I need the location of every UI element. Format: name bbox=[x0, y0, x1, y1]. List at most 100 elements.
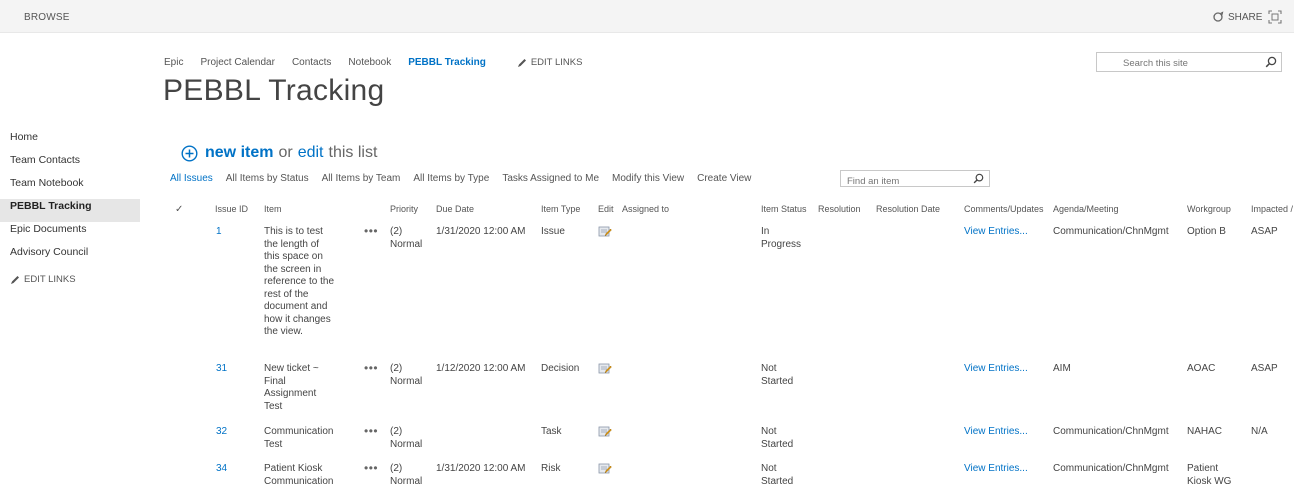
column-header-item-status[interactable]: Item Status bbox=[761, 204, 807, 214]
view-entries-link[interactable]: View Entries... bbox=[964, 363, 1028, 376]
view-entries-link[interactable]: View Entries... bbox=[964, 226, 1028, 239]
topnav-edit-links-label: EDIT LINKS bbox=[530, 57, 583, 68]
quick-launch: Home Team Contacts Team Notebook PEBBL T… bbox=[0, 130, 140, 285]
item-text: Assignment bbox=[264, 388, 317, 399]
item-type-text: Task bbox=[541, 426, 562, 437]
share-button[interactable]: SHARE bbox=[1212, 11, 1262, 23]
edit-item-icon[interactable] bbox=[598, 225, 612, 238]
item-text: New ticket ~ bbox=[264, 363, 319, 374]
leftnav-item-advisory-council[interactable]: Advisory Council bbox=[10, 245, 140, 268]
item-menu-ellipsis[interactable]: ••• bbox=[364, 362, 378, 374]
column-header-resolution[interactable]: Resolution bbox=[818, 204, 861, 214]
share-icon bbox=[1213, 11, 1224, 22]
priority-text: Normal bbox=[390, 375, 423, 387]
pencil-icon bbox=[11, 275, 19, 284]
item-type-text: Decision bbox=[541, 363, 580, 374]
view-all-issues[interactable]: All Issues bbox=[170, 173, 213, 184]
agenda-meeting-text: Communication/ChnMgmt bbox=[1053, 426, 1169, 437]
leftnav-item-home[interactable]: Home bbox=[10, 130, 140, 153]
item-status-text: Progress bbox=[761, 238, 802, 250]
item-text: the view. bbox=[264, 326, 303, 337]
view-all-items-by-status[interactable]: All Items by Status bbox=[226, 173, 309, 184]
column-header-priority[interactable]: Priority bbox=[390, 204, 418, 214]
priority-text: Normal bbox=[390, 438, 423, 450]
topnav-link-project-calendar[interactable]: Project Calendar bbox=[200, 57, 274, 68]
item-text: Test bbox=[264, 438, 283, 450]
priority-text: (2) bbox=[390, 363, 403, 374]
view-all-items-by-type[interactable]: All Items by Type bbox=[413, 173, 489, 184]
workgroup-text: Option B bbox=[1187, 226, 1226, 237]
leftnav-item-team-notebook[interactable]: Team Notebook bbox=[10, 176, 140, 199]
column-header-issue-id[interactable]: Issue ID bbox=[215, 204, 248, 214]
view-entries-link[interactable]: View Entries... bbox=[964, 426, 1028, 439]
leftnav-item-epic-documents[interactable]: Epic Documents bbox=[10, 222, 140, 245]
create-view-link[interactable]: Create View bbox=[697, 173, 751, 184]
column-header-due-date[interactable]: Due Date bbox=[436, 204, 474, 214]
focus-mode-icon[interactable] bbox=[1268, 10, 1282, 24]
edit-item-icon[interactable] bbox=[598, 362, 612, 375]
browse-tab[interactable]: BROWSE bbox=[24, 12, 70, 23]
item-text: rest of the bbox=[264, 288, 309, 300]
column-header-item-type[interactable]: Item Type bbox=[541, 204, 580, 214]
agenda-meeting-text: AIM bbox=[1053, 363, 1071, 374]
item-menu-ellipsis[interactable]: ••• bbox=[364, 425, 378, 437]
new-item-heading: new item or edit this list bbox=[181, 144, 377, 162]
topnav-link-contacts[interactable]: Contacts bbox=[292, 57, 331, 68]
select-all-checkmark[interactable]: ✓ bbox=[175, 204, 183, 215]
leftnav-edit-links[interactable]: EDIT LINKS bbox=[10, 274, 140, 285]
item-status-text: Not bbox=[761, 426, 777, 437]
priority-text: (2) bbox=[390, 226, 403, 237]
column-header-edit[interactable]: Edit bbox=[598, 204, 614, 214]
share-label: SHARE bbox=[1228, 11, 1263, 23]
topnav-link-pebbl-tracking[interactable]: PEBBL Tracking bbox=[408, 57, 486, 68]
topnav-edit-links[interactable]: EDIT LINKS bbox=[517, 57, 583, 68]
priority-text: Normal bbox=[390, 238, 423, 250]
edit-item-icon[interactable] bbox=[598, 425, 612, 438]
topnav-link-notebook[interactable]: Notebook bbox=[348, 57, 391, 68]
add-circle-icon[interactable] bbox=[181, 144, 198, 162]
topnav-link-epic[interactable]: Epic bbox=[164, 57, 183, 68]
modify-view-link[interactable]: Modify this View bbox=[612, 173, 684, 184]
item-status-text: In bbox=[761, 226, 770, 237]
view-all-items-by-team[interactable]: All Items by Team bbox=[322, 173, 401, 184]
view-entries-link[interactable]: View Entries... bbox=[964, 463, 1028, 476]
item-text: this space on bbox=[264, 251, 323, 262]
issue-id-link[interactable]: 34 bbox=[216, 463, 227, 476]
column-header-assigned-to[interactable]: Assigned to bbox=[622, 204, 669, 214]
edit-list-link[interactable]: edit bbox=[298, 144, 324, 162]
issue-id-link[interactable]: 1 bbox=[216, 226, 222, 239]
workgroup-text: AOAC bbox=[1187, 363, 1216, 374]
find-item-input[interactable] bbox=[841, 174, 961, 189]
edit-item-icon[interactable] bbox=[598, 462, 612, 475]
item-menu-ellipsis[interactable]: ••• bbox=[364, 462, 378, 474]
search-icon[interactable] bbox=[973, 173, 984, 184]
column-header-agenda-meeting[interactable]: Agenda/Meeting bbox=[1053, 204, 1119, 214]
item-text: Final bbox=[264, 375, 286, 387]
column-header-workgroup[interactable]: Workgroup bbox=[1187, 204, 1231, 214]
new-item-link[interactable]: new item bbox=[205, 144, 273, 162]
priority-text: (2) bbox=[390, 426, 403, 437]
leftnav-item-team-contacts[interactable]: Team Contacts bbox=[10, 153, 140, 176]
top-navigation: Epic Project Calendar Contacts Notebook … bbox=[164, 57, 582, 68]
site-search-input[interactable] bbox=[1097, 54, 1257, 73]
item-menu-ellipsis[interactable]: ••• bbox=[364, 225, 378, 237]
suite-ribbon: BROWSE SHARE bbox=[0, 0, 1294, 33]
issue-id-link[interactable]: 32 bbox=[216, 426, 227, 439]
view-tasks-assigned-to-me[interactable]: Tasks Assigned to Me bbox=[502, 173, 599, 184]
column-header-impacted[interactable]: Impacted / bbox=[1251, 204, 1293, 214]
leftnav-item-pebbl-tracking[interactable]: PEBBL Tracking bbox=[0, 199, 140, 222]
item-text: Communication bbox=[264, 426, 334, 437]
column-header-comments-updates[interactable]: Comments/Updates bbox=[964, 204, 1044, 214]
find-item-search bbox=[840, 170, 990, 189]
impacted-text: ASAP bbox=[1251, 363, 1278, 374]
issue-id-link[interactable]: 31 bbox=[216, 363, 227, 376]
column-header-resolution-date[interactable]: Resolution Date bbox=[876, 204, 940, 214]
search-icon[interactable] bbox=[1265, 56, 1277, 68]
item-text: reference to the bbox=[264, 276, 335, 287]
item-type-text: Issue bbox=[541, 226, 565, 237]
agenda-meeting-text: Communication/ChnMgmt bbox=[1053, 463, 1169, 474]
site-search bbox=[1096, 52, 1282, 73]
column-header-item[interactable]: Item bbox=[264, 204, 282, 214]
agenda-meeting-text: Communication/ChnMgmt bbox=[1053, 226, 1169, 237]
priority-text: (2) bbox=[390, 463, 403, 474]
